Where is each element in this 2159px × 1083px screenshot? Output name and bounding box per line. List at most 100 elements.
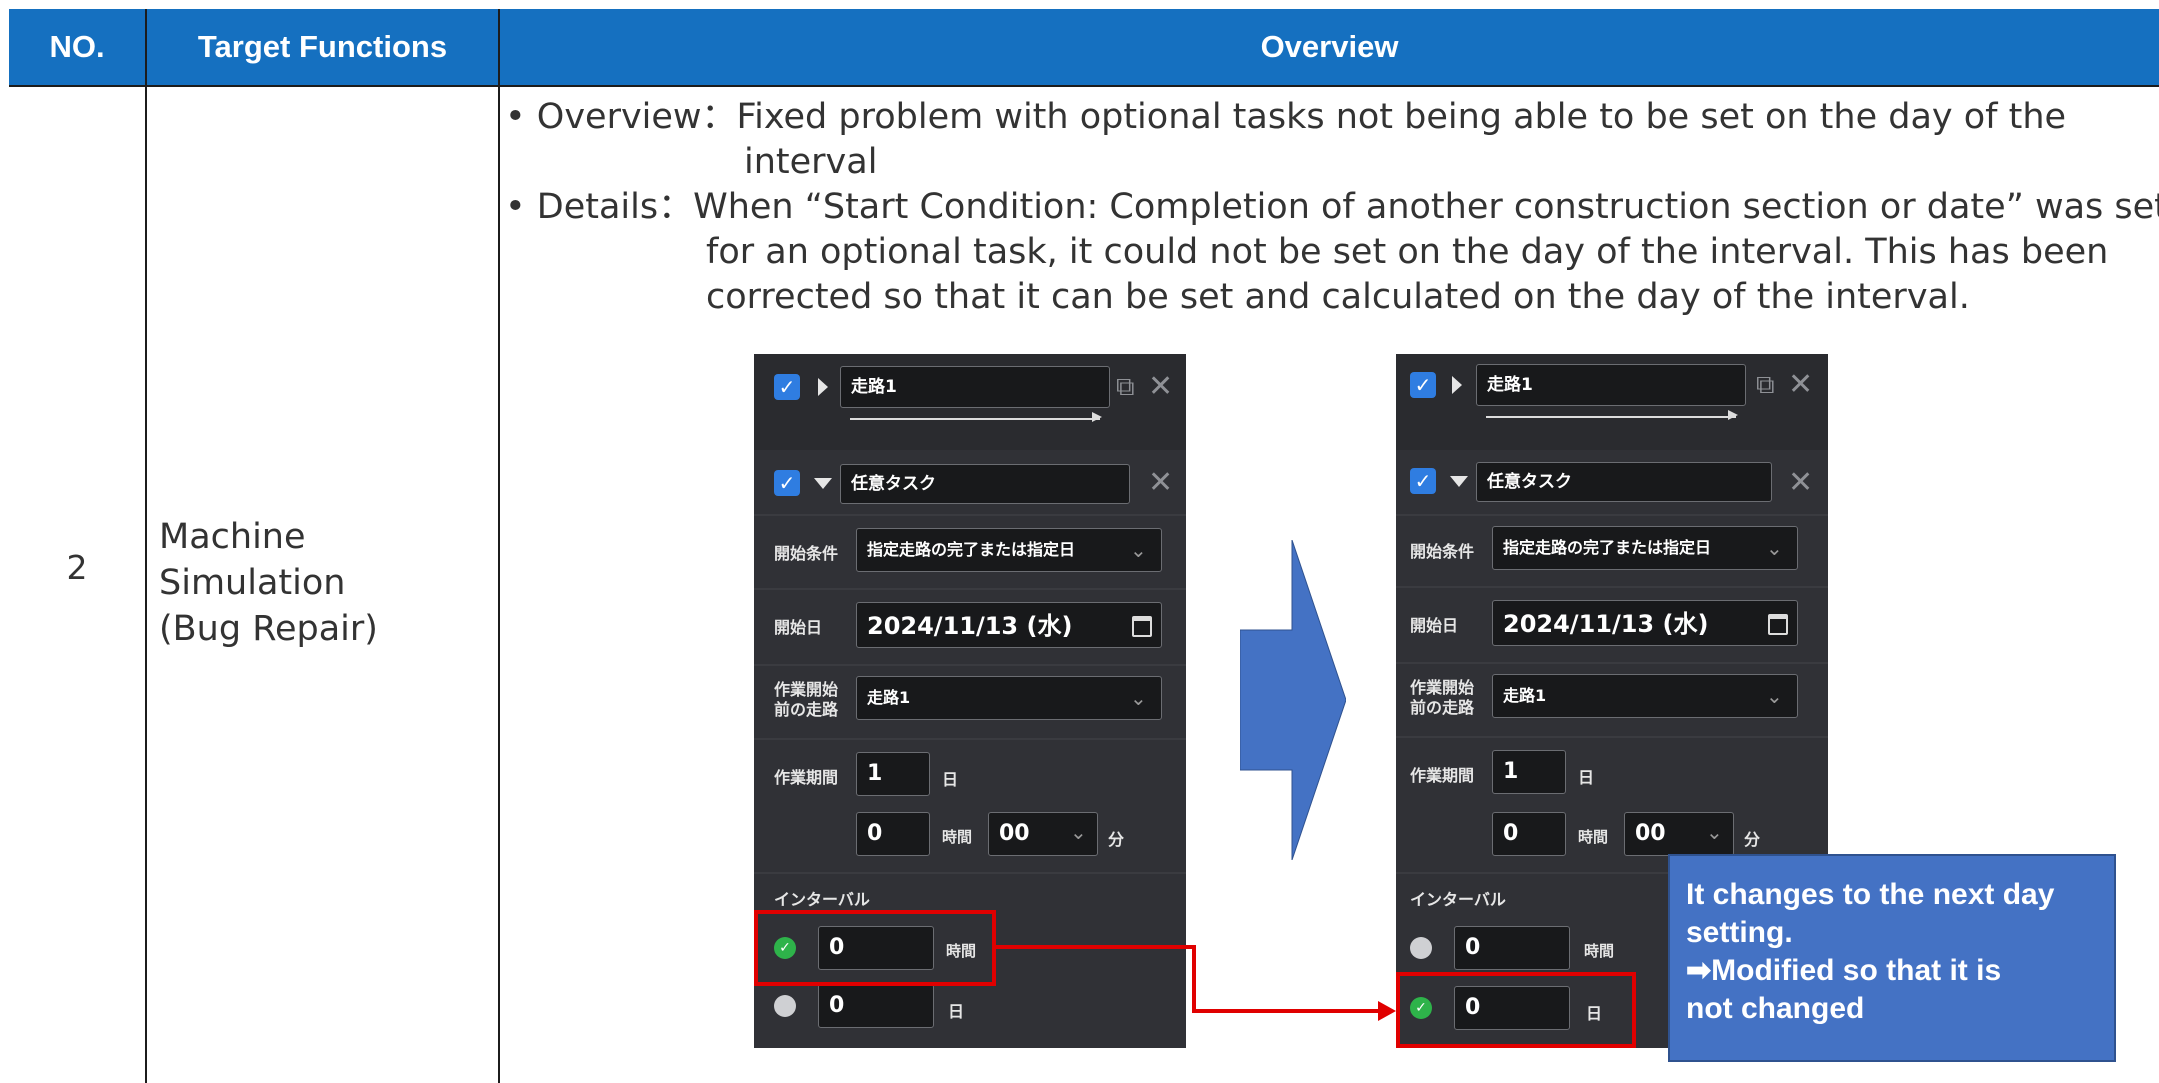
day-unit-label: 日 xyxy=(1578,768,1595,787)
callout-line: setting. xyxy=(1686,916,1793,949)
day-unit-label: 日 xyxy=(942,770,959,789)
close-icon[interactable]: ✕ xyxy=(1148,372,1173,402)
details-bullet: • Details：When “Start Condition: Complet… xyxy=(505,187,2159,227)
work-days-input[interactable]: 1 xyxy=(856,752,930,796)
prev-section-label-line: 前の走路 xyxy=(1410,698,1475,717)
prev-section-label: 作業開始 前の走路 xyxy=(774,680,838,720)
connector-arrowhead-icon xyxy=(1378,1001,1396,1021)
divider xyxy=(1396,586,1828,588)
collapse-arrow-icon[interactable] xyxy=(814,478,832,489)
prev-section-label-line: 前の走路 xyxy=(774,700,839,719)
hour-unit-label: 時間 xyxy=(942,828,973,846)
details-continuation: corrected so that it can be set and calc… xyxy=(706,277,1970,317)
divider xyxy=(1396,662,1828,664)
hour-unit-label: 時間 xyxy=(1584,942,1615,960)
work-hours-input[interactable]: 0 xyxy=(856,812,930,856)
start-date-field[interactable]: 2024/11/13 (水) xyxy=(1492,600,1798,646)
callout-line: not changed xyxy=(1686,992,1865,1025)
section-name-field[interactable]: 走路1 xyxy=(1476,364,1746,406)
work-hours-input[interactable]: 0 xyxy=(1492,812,1566,856)
copy-icon[interactable]: ⧉ xyxy=(1116,374,1135,400)
copy-icon[interactable]: ⧉ xyxy=(1756,372,1775,398)
interval-days-input[interactable]: 0 xyxy=(818,984,934,1028)
details-continuation: for an optional task, it could not be se… xyxy=(706,232,2109,272)
target-function-line: (Bug Repair) xyxy=(159,609,378,649)
start-condition-label: 開始条件 xyxy=(774,544,839,563)
hour-unit-label: 時間 xyxy=(1578,828,1609,846)
transition-arrow-icon xyxy=(1240,540,1346,860)
prev-section-label-line: 作業開始 xyxy=(774,680,839,699)
overview-continuation: interval xyxy=(744,142,878,182)
collapse-arrow-icon[interactable] xyxy=(1450,476,1468,487)
section-progress-line xyxy=(850,418,1100,420)
start-condition-select[interactable]: 指定走路の完了または指定日 xyxy=(1492,526,1798,570)
divider xyxy=(754,664,1186,666)
day-unit-label: 日 xyxy=(948,1002,965,1021)
interval-hours-input[interactable]: 0 xyxy=(1454,926,1570,970)
table-header: NO. Target Functions Overview xyxy=(9,9,2159,85)
start-date-label: 開始日 xyxy=(774,618,823,637)
arrow-head-icon xyxy=(1728,410,1738,420)
divider xyxy=(754,872,1186,874)
callout-note: It changes to the next day setting. ➡Mod… xyxy=(1668,854,2116,1062)
section-name-field[interactable]: 走路1 xyxy=(840,366,1110,408)
start-condition-label: 開始条件 xyxy=(1410,542,1475,561)
start-date-label: 開始日 xyxy=(1410,616,1459,635)
divider xyxy=(1396,736,1828,738)
connector-line xyxy=(1192,945,1196,1013)
prev-section-label-line: 作業開始 xyxy=(1410,678,1475,697)
after-highlight-box xyxy=(1396,972,1636,1048)
interval-hours-radio[interactable] xyxy=(1410,937,1432,959)
minute-unit-label: 分 xyxy=(1744,830,1761,849)
callout-line: ➡Modified so that it is xyxy=(1686,954,2002,987)
work-period-label: 作業期間 xyxy=(774,768,839,787)
arrow-head-icon xyxy=(1092,412,1102,422)
chevron-down-icon: ⌄ xyxy=(1706,820,1723,844)
column-divider-1 xyxy=(145,9,147,1083)
start-condition-select[interactable]: 指定走路の完了または指定日 xyxy=(856,528,1162,572)
calendar-icon[interactable] xyxy=(1768,614,1788,635)
connector-line xyxy=(1192,1009,1380,1013)
task-checkbox[interactable]: ✓ xyxy=(774,470,800,496)
task-name-field[interactable]: 任意タスク xyxy=(840,464,1130,504)
chevron-down-icon: ⌄ xyxy=(1130,686,1147,710)
start-date-field[interactable]: 2024/11/13 (水) xyxy=(856,602,1162,648)
divider xyxy=(1396,514,1828,516)
header-no: NO. xyxy=(49,29,105,64)
header-divider xyxy=(9,85,2159,87)
column-divider-2 xyxy=(498,9,500,1083)
chevron-down-icon: ⌄ xyxy=(1130,538,1147,562)
calendar-icon[interactable] xyxy=(1132,616,1152,637)
interval-days-radio[interactable] xyxy=(774,995,796,1017)
interval-label: インターバル xyxy=(774,890,870,909)
divider xyxy=(754,738,1186,740)
overview-bullet: • Overview：Fixed problem with optional t… xyxy=(505,97,2067,137)
prev-section-label: 作業開始 前の走路 xyxy=(1410,678,1474,718)
prev-section-select[interactable]: 走路1 xyxy=(1492,674,1798,718)
section-checkbox[interactable]: ✓ xyxy=(1410,372,1436,398)
task-checkbox[interactable]: ✓ xyxy=(1410,468,1436,494)
target-function-line: Simulation xyxy=(159,563,346,603)
before-highlight-box xyxy=(754,910,996,986)
interval-label: インターバル xyxy=(1410,890,1506,909)
target-function: Machine Simulation (Bug Repair) xyxy=(159,514,489,652)
chevron-down-icon: ⌄ xyxy=(1070,820,1087,844)
work-days-input[interactable]: 1 xyxy=(1492,750,1566,794)
expand-arrow-icon[interactable] xyxy=(1452,376,1462,394)
section-progress-line xyxy=(1486,416,1736,418)
expand-arrow-icon[interactable] xyxy=(818,378,828,396)
chevron-down-icon: ⌄ xyxy=(1766,684,1783,708)
divider xyxy=(754,588,1186,590)
close-icon[interactable]: ✕ xyxy=(1788,468,1813,498)
callout-line: It changes to the next day xyxy=(1686,878,2055,911)
divider xyxy=(754,514,1186,516)
close-icon[interactable]: ✕ xyxy=(1788,370,1813,400)
target-function-line: Machine xyxy=(159,517,306,557)
close-icon[interactable]: ✕ xyxy=(1148,468,1173,498)
header-target-functions: Target Functions xyxy=(197,29,448,64)
chevron-down-icon: ⌄ xyxy=(1766,536,1783,560)
task-name-field[interactable]: 任意タスク xyxy=(1476,462,1772,502)
work-period-label: 作業期間 xyxy=(1410,766,1475,785)
prev-section-select[interactable]: 走路1 xyxy=(856,676,1162,720)
section-checkbox[interactable]: ✓ xyxy=(774,374,800,400)
